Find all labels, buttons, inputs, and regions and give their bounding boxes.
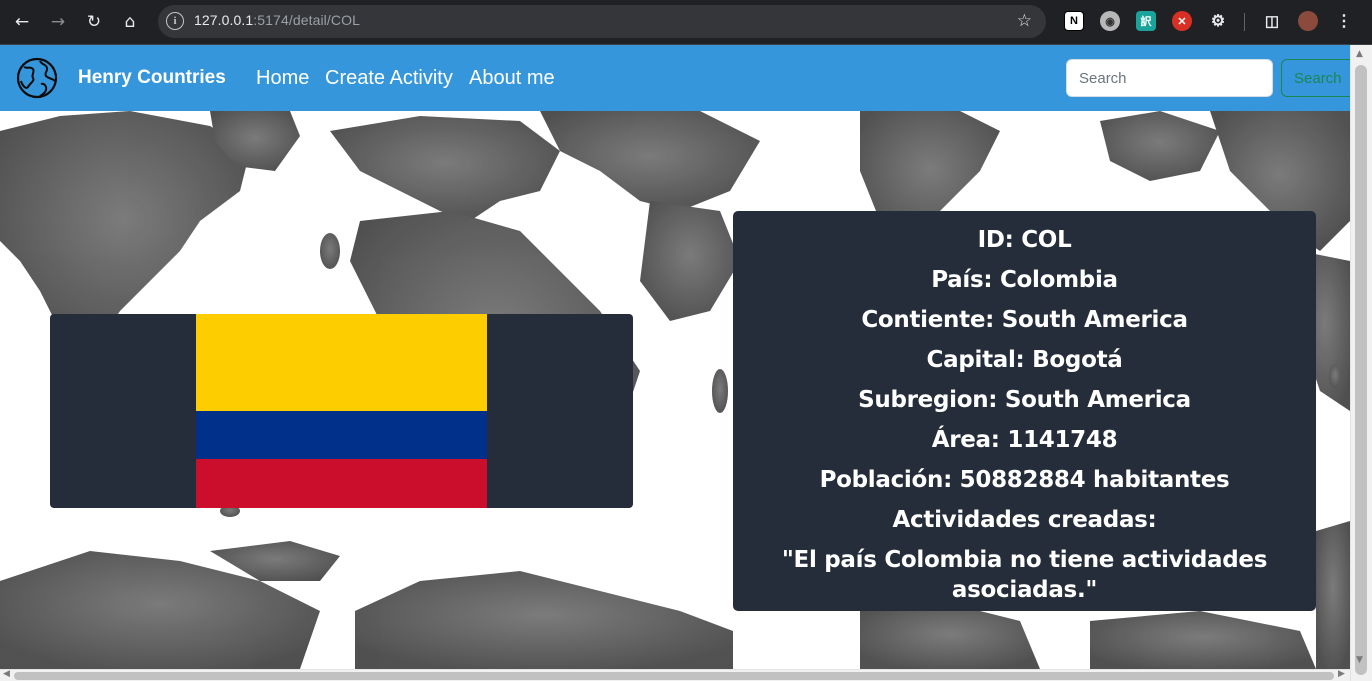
scroll-right-arrow-icon[interactable]: ▶ bbox=[1338, 669, 1345, 679]
page: ← → ↻ ⌂ i 127.0.0.1:5174/detail/COL ☆ N … bbox=[0, 0, 1372, 681]
scroll-up-arrow-icon[interactable]: ▲ bbox=[1356, 49, 1363, 59]
url-host: 127.0.0.1 bbox=[194, 12, 254, 28]
translate-icon[interactable]: 訳 bbox=[1136, 11, 1156, 31]
home-icon[interactable]: ⌂ bbox=[117, 9, 143, 35]
nav-link-home[interactable]: Home bbox=[256, 67, 309, 90]
scroll-down-arrow-icon[interactable]: ▼ bbox=[1356, 655, 1363, 665]
vertical-scroll-thumb[interactable] bbox=[1355, 65, 1367, 675]
owl-icon[interactable]: ◉ bbox=[1100, 11, 1120, 31]
back-icon[interactable]: ← bbox=[9, 9, 35, 35]
flag-stripe-yellow bbox=[196, 314, 487, 411]
activities-empty-message: "El país Colombia no tiene actividades a… bbox=[781, 547, 1268, 603]
country-info-card: ID: COL País: Colombia Contiente: South … bbox=[733, 211, 1316, 611]
site-info-icon[interactable]: i bbox=[166, 12, 184, 30]
puzzle-icon[interactable]: ⚙ bbox=[1208, 11, 1228, 31]
flag-stripe-blue bbox=[196, 411, 487, 459]
brand-title[interactable]: Henry Countries bbox=[78, 67, 226, 89]
horizontal-scroll-thumb[interactable] bbox=[14, 672, 1334, 680]
search-button[interactable]: Search bbox=[1281, 59, 1361, 97]
blocker-icon[interactable]: ✕ bbox=[1172, 11, 1192, 31]
nav-link-about-me[interactable]: About me bbox=[469, 67, 555, 90]
search-input[interactable] bbox=[1066, 59, 1273, 97]
url-text[interactable]: 127.0.0.1:5174/detail/COL bbox=[194, 12, 360, 28]
address-bar[interactable]: i 127.0.0.1:5174/detail/COL ☆ bbox=[158, 5, 1046, 38]
url-path: :5174/detail/COL bbox=[253, 12, 360, 28]
flag-stripe-red bbox=[196, 459, 487, 508]
country-subregion: Subregion: South America bbox=[858, 387, 1191, 413]
side-panel-icon[interactable]: ◫ bbox=[1262, 11, 1282, 31]
vertical-scrollbar[interactable]: ▲ ▼ bbox=[1350, 45, 1372, 681]
app-navbar: Henry Countries Home Create Activity Abo… bbox=[0, 45, 1361, 111]
country-flag bbox=[196, 314, 487, 508]
reload-icon[interactable]: ↻ bbox=[81, 9, 107, 35]
country-population: Población: 50882884 habitantes bbox=[819, 467, 1230, 493]
country-area: Área: 1141748 bbox=[931, 427, 1118, 453]
menu-kebab-icon[interactable]: ⋮ bbox=[1334, 11, 1354, 31]
globe-icon[interactable] bbox=[16, 57, 58, 99]
forward-icon[interactable]: → bbox=[45, 9, 71, 35]
nav-link-create-activity[interactable]: Create Activity bbox=[325, 67, 453, 90]
country-capital: Capital: Bogotá bbox=[926, 347, 1123, 373]
horizontal-scrollbar[interactable]: ◀ ▶ bbox=[0, 669, 1350, 681]
country-id: ID: COL bbox=[977, 227, 1072, 253]
toolbar-divider bbox=[1244, 13, 1245, 31]
browser-toolbar: ← → ↻ ⌂ i 127.0.0.1:5174/detail/COL ☆ N … bbox=[0, 0, 1372, 45]
country-continent: Contiente: South America bbox=[861, 307, 1188, 333]
flag-card bbox=[50, 314, 633, 508]
country-name: País: Colombia bbox=[931, 267, 1118, 293]
bookmark-star-icon[interactable]: ☆ bbox=[1017, 11, 1032, 31]
scroll-left-arrow-icon[interactable]: ◀ bbox=[3, 669, 10, 679]
profile-avatar[interactable] bbox=[1298, 11, 1318, 31]
activities-title: Actividades creadas: bbox=[892, 507, 1157, 533]
notion-icon[interactable]: N bbox=[1064, 11, 1084, 31]
